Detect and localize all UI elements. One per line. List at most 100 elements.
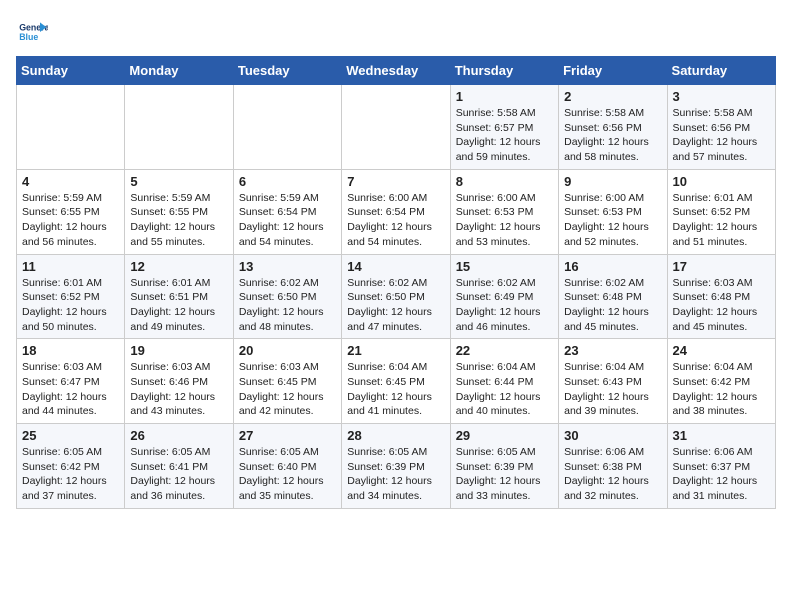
day-content: Sunrise: 6:02 AM Sunset: 6:48 PM Dayligh… <box>564 276 661 335</box>
calendar-week-row: 11 Sunrise: 6:01 AM Sunset: 6:52 PM Dayli… <box>17 254 776 339</box>
calendar-cell: 26 Sunrise: 6:05 AM Sunset: 6:41 PM Dayli… <box>125 424 233 509</box>
day-number: 1 <box>456 89 553 104</box>
day-content: Sunrise: 6:05 AM Sunset: 6:39 PM Dayligh… <box>456 445 553 504</box>
calendar-cell: 12 Sunrise: 6:01 AM Sunset: 6:51 PM Dayli… <box>125 254 233 339</box>
day-number: 4 <box>22 174 119 189</box>
calendar-cell: 16 Sunrise: 6:02 AM Sunset: 6:48 PM Dayli… <box>559 254 667 339</box>
calendar-cell: 15 Sunrise: 6:02 AM Sunset: 6:49 PM Dayli… <box>450 254 558 339</box>
calendar-weekday-header: Saturday <box>667 57 775 85</box>
day-content: Sunrise: 6:02 AM Sunset: 6:49 PM Dayligh… <box>456 276 553 335</box>
day-content: Sunrise: 6:04 AM Sunset: 6:45 PM Dayligh… <box>347 360 444 419</box>
calendar-cell <box>125 85 233 170</box>
calendar-cell: 11 Sunrise: 6:01 AM Sunset: 6:52 PM Dayli… <box>17 254 125 339</box>
day-number: 7 <box>347 174 444 189</box>
day-content: Sunrise: 6:05 AM Sunset: 6:42 PM Dayligh… <box>22 445 119 504</box>
day-content: Sunrise: 6:00 AM Sunset: 6:53 PM Dayligh… <box>456 191 553 250</box>
day-content: Sunrise: 6:04 AM Sunset: 6:42 PM Dayligh… <box>673 360 770 419</box>
day-content: Sunrise: 6:01 AM Sunset: 6:52 PM Dayligh… <box>673 191 770 250</box>
calendar-cell: 30Sunrise: 6:06 AM Sunset: 6:38 PM Dayli… <box>559 424 667 509</box>
calendar-weekday-header: Friday <box>559 57 667 85</box>
calendar-cell: 2 Sunrise: 5:58 AM Sunset: 6:56 PM Daylig… <box>559 85 667 170</box>
day-number: 5 <box>130 174 227 189</box>
day-number: 18 <box>22 343 119 358</box>
calendar-weekday-header: Monday <box>125 57 233 85</box>
calendar-header-row: SundayMondayTuesdayWednesdayThursdayFrid… <box>17 57 776 85</box>
calendar-cell <box>342 85 450 170</box>
day-content: Sunrise: 6:03 AM Sunset: 6:46 PM Dayligh… <box>130 360 227 419</box>
page-header: General Blue <box>16 16 776 48</box>
calendar-weekday-header: Tuesday <box>233 57 341 85</box>
day-number: 16 <box>564 259 661 274</box>
day-content: Sunrise: 5:58 AM Sunset: 6:57 PM Dayligh… <box>456 106 553 165</box>
calendar-cell: 6 Sunrise: 5:59 AM Sunset: 6:54 PM Daylig… <box>233 169 341 254</box>
calendar-week-row: 1 Sunrise: 5:58 AM Sunset: 6:57 PM Daylig… <box>17 85 776 170</box>
calendar-cell: 20 Sunrise: 6:03 AM Sunset: 6:45 PM Dayli… <box>233 339 341 424</box>
day-content: Sunrise: 5:58 AM Sunset: 6:56 PM Dayligh… <box>564 106 661 165</box>
calendar-weekday-header: Thursday <box>450 57 558 85</box>
day-number: 3 <box>673 89 770 104</box>
day-number: 20 <box>239 343 336 358</box>
calendar-cell: 9 Sunrise: 6:00 AM Sunset: 6:53 PM Daylig… <box>559 169 667 254</box>
day-number: 13 <box>239 259 336 274</box>
day-number: 15 <box>456 259 553 274</box>
calendar-body: 1 Sunrise: 5:58 AM Sunset: 6:57 PM Daylig… <box>17 85 776 509</box>
calendar-cell: 31Sunrise: 6:06 AM Sunset: 6:37 PM Dayli… <box>667 424 775 509</box>
calendar-cell <box>233 85 341 170</box>
calendar-cell: 19 Sunrise: 6:03 AM Sunset: 6:46 PM Dayli… <box>125 339 233 424</box>
calendar-week-row: 25 Sunrise: 6:05 AM Sunset: 6:42 PM Dayli… <box>17 424 776 509</box>
day-content: Sunrise: 5:59 AM Sunset: 6:55 PM Dayligh… <box>22 191 119 250</box>
calendar-cell: 8 Sunrise: 6:00 AM Sunset: 6:53 PM Daylig… <box>450 169 558 254</box>
day-content: Sunrise: 6:05 AM Sunset: 6:41 PM Dayligh… <box>130 445 227 504</box>
day-number: 2 <box>564 89 661 104</box>
calendar-weekday-header: Sunday <box>17 57 125 85</box>
day-number: 19 <box>130 343 227 358</box>
day-number: 26 <box>130 428 227 443</box>
day-number: 21 <box>347 343 444 358</box>
calendar-cell: 10Sunrise: 6:01 AM Sunset: 6:52 PM Dayli… <box>667 169 775 254</box>
day-content: Sunrise: 5:59 AM Sunset: 6:55 PM Dayligh… <box>130 191 227 250</box>
calendar-cell: 22Sunrise: 6:04 AM Sunset: 6:44 PM Dayli… <box>450 339 558 424</box>
calendar-cell: 1 Sunrise: 5:58 AM Sunset: 6:57 PM Daylig… <box>450 85 558 170</box>
day-number: 27 <box>239 428 336 443</box>
calendar-cell: 18Sunrise: 6:03 AM Sunset: 6:47 PM Dayli… <box>17 339 125 424</box>
day-content: Sunrise: 6:00 AM Sunset: 6:53 PM Dayligh… <box>564 191 661 250</box>
day-number: 6 <box>239 174 336 189</box>
day-content: Sunrise: 5:59 AM Sunset: 6:54 PM Dayligh… <box>239 191 336 250</box>
calendar-week-row: 18Sunrise: 6:03 AM Sunset: 6:47 PM Dayli… <box>17 339 776 424</box>
calendar-cell: 14Sunrise: 6:02 AM Sunset: 6:50 PM Dayli… <box>342 254 450 339</box>
day-number: 30 <box>564 428 661 443</box>
calendar-cell: 7Sunrise: 6:00 AM Sunset: 6:54 PM Daylig… <box>342 169 450 254</box>
day-content: Sunrise: 6:01 AM Sunset: 6:52 PM Dayligh… <box>22 276 119 335</box>
day-content: Sunrise: 6:03 AM Sunset: 6:45 PM Dayligh… <box>239 360 336 419</box>
day-number: 8 <box>456 174 553 189</box>
day-content: Sunrise: 6:04 AM Sunset: 6:43 PM Dayligh… <box>564 360 661 419</box>
day-number: 14 <box>347 259 444 274</box>
day-content: Sunrise: 6:02 AM Sunset: 6:50 PM Dayligh… <box>239 276 336 335</box>
day-content: Sunrise: 6:06 AM Sunset: 6:37 PM Dayligh… <box>673 445 770 504</box>
calendar-table: SundayMondayTuesdayWednesdayThursdayFrid… <box>16 56 776 509</box>
day-content: Sunrise: 6:03 AM Sunset: 6:48 PM Dayligh… <box>673 276 770 335</box>
day-number: 11 <box>22 259 119 274</box>
day-number: 29 <box>456 428 553 443</box>
calendar-cell: 3Sunrise: 5:58 AM Sunset: 6:56 PM Daylig… <box>667 85 775 170</box>
logo-icon: General Blue <box>16 16 48 48</box>
day-number: 28 <box>347 428 444 443</box>
calendar-cell <box>17 85 125 170</box>
day-number: 9 <box>564 174 661 189</box>
calendar-cell: 21 Sunrise: 6:04 AM Sunset: 6:45 PM Dayli… <box>342 339 450 424</box>
calendar-weekday-header: Wednesday <box>342 57 450 85</box>
calendar-cell: 24 Sunrise: 6:04 AM Sunset: 6:42 PM Dayli… <box>667 339 775 424</box>
day-number: 25 <box>22 428 119 443</box>
day-content: Sunrise: 6:05 AM Sunset: 6:39 PM Dayligh… <box>347 445 444 504</box>
day-content: Sunrise: 6:01 AM Sunset: 6:51 PM Dayligh… <box>130 276 227 335</box>
day-number: 24 <box>673 343 770 358</box>
day-content: Sunrise: 6:05 AM Sunset: 6:40 PM Dayligh… <box>239 445 336 504</box>
svg-text:Blue: Blue <box>19 32 38 42</box>
calendar-cell: 4 Sunrise: 5:59 AM Sunset: 6:55 PM Daylig… <box>17 169 125 254</box>
day-number: 17 <box>673 259 770 274</box>
calendar-cell: 13 Sunrise: 6:02 AM Sunset: 6:50 PM Dayli… <box>233 254 341 339</box>
logo: General Blue <box>16 16 48 48</box>
calendar-cell: 17 Sunrise: 6:03 AM Sunset: 6:48 PM Dayli… <box>667 254 775 339</box>
day-number: 12 <box>130 259 227 274</box>
day-number: 22 <box>456 343 553 358</box>
